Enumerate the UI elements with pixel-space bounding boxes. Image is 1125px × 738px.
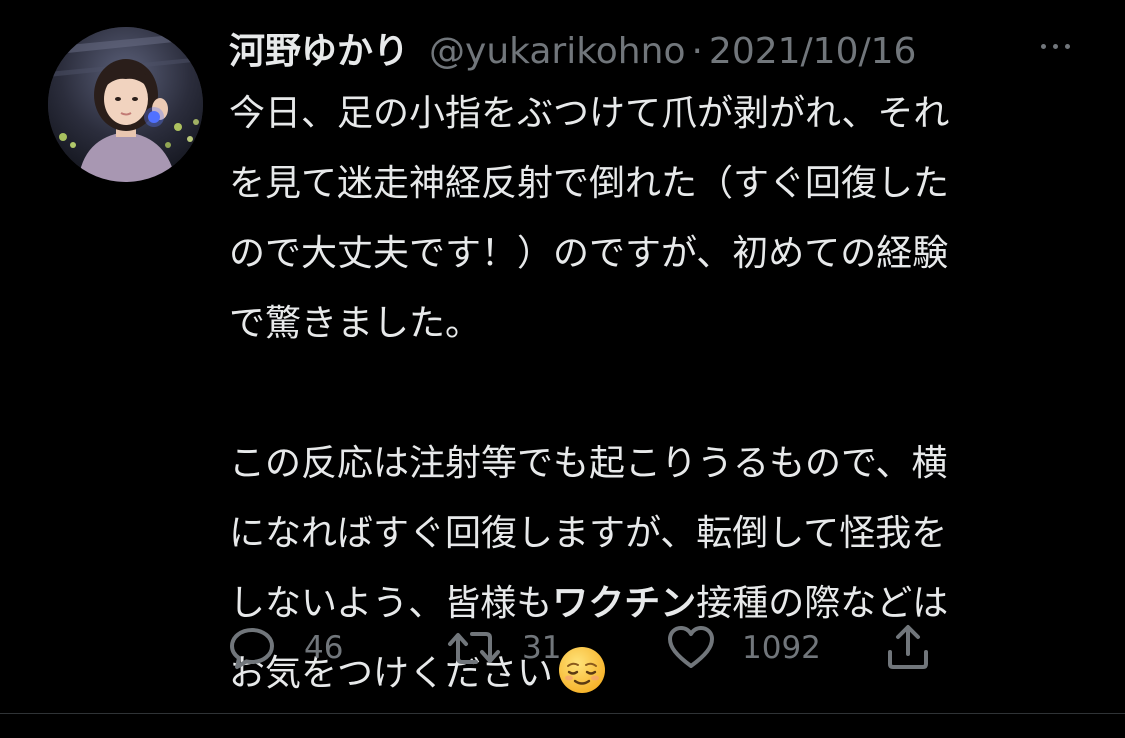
tweet-date[interactable]: 2021/10/16 — [709, 31, 917, 72]
header-separator: · — [691, 31, 703, 72]
tweet-text-line: で驚きました。 — [229, 303, 482, 344]
avatar[interactable] — [48, 27, 203, 182]
tweet-text-segment: 接種の際などは — [696, 583, 949, 624]
share-button[interactable] — [884, 622, 932, 674]
author-handle[interactable]: @yukarikohno — [429, 31, 685, 72]
share-icon — [888, 625, 928, 669]
tweet[interactable]: 河野ゆかり @yukarikohno · 2021/10/16 今日、足の小指を… — [0, 0, 1125, 713]
more-options-icon[interactable] — [1030, 28, 1080, 64]
like-button[interactable]: 1092 — [666, 622, 821, 674]
tweet-text-line: を見て迷走神経反射で倒れた（すぐ回復した — [229, 163, 950, 204]
avatar-photo — [48, 27, 203, 182]
tweet-header: 河野ゆかり @yukarikohno · 2021/10/16 — [229, 22, 916, 72]
tweet-text-segment: しないよう、皆様も — [229, 583, 553, 624]
tweet-text-line: ので大丈夫です！）のですが、初めての経験 — [229, 233, 949, 274]
tweet-text-line: この反応は注射等でも起こりうるもので、横 — [229, 443, 948, 484]
tweet-text-line: になればすぐ回復しますが、転倒して怪我を — [229, 513, 948, 554]
tweet-actions: 46 31 1092 — [226, 622, 946, 674]
tweet-divider — [0, 713, 1125, 714]
tweet-text-blank — [229, 359, 1079, 429]
reply-count: 46 — [304, 630, 344, 666]
heart-icon — [668, 626, 714, 668]
reply-icon — [230, 628, 274, 669]
retweet-count: 31 — [522, 630, 562, 666]
tweet-text-bold: ワクチン — [552, 583, 697, 624]
tweet-text: 今日、足の小指をぶつけて爪が剥がれ、それ を見て迷走神経反射で倒れた（すぐ回復し… — [229, 79, 1079, 709]
like-count: 1092 — [742, 630, 821, 666]
reply-button[interactable]: 46 — [226, 622, 343, 674]
tweet-text-line: 今日、足の小指をぶつけて爪が剥がれ、それ — [229, 93, 950, 134]
retweet-icon — [448, 632, 500, 664]
retweet-button[interactable]: 31 — [446, 622, 561, 674]
author-name[interactable]: 河野ゆかり — [229, 22, 409, 74]
